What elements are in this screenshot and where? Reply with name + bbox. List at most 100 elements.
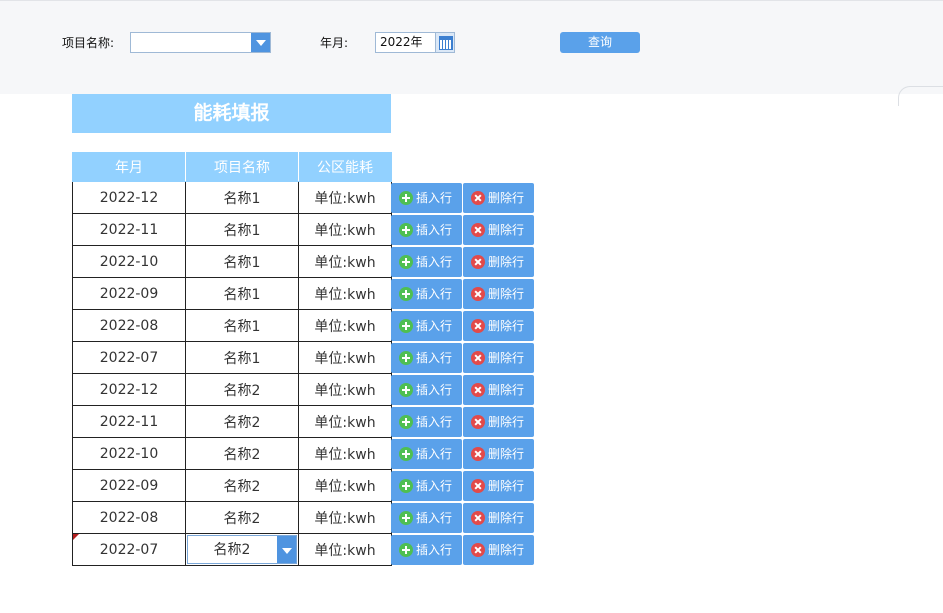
energy-placeholder: 单位:kwh	[314, 286, 376, 303]
month-cell[interactable]: 2022-12	[72, 373, 186, 406]
project-name-cell[interactable]: 名称1	[185, 309, 299, 342]
table-row: 2022-12 名称1 单位:kwh	[72, 181, 392, 214]
energy-input-cell[interactable]: 单位:kwh	[298, 469, 392, 502]
month-text: 2022-09	[99, 285, 159, 302]
energy-placeholder: 单位:kwh	[314, 190, 376, 207]
close-icon	[471, 255, 485, 269]
delete-row-button[interactable]: 删除行	[463, 407, 534, 437]
page-title: 能耗填报	[72, 94, 391, 133]
month-cell[interactable]: 2022-08	[72, 309, 186, 342]
plus-icon	[399, 223, 413, 237]
insert-row-button[interactable]: 插入行	[391, 471, 462, 501]
insert-row-button[interactable]: 插入行	[391, 535, 462, 565]
insert-row-button[interactable]: 插入行	[391, 407, 462, 437]
insert-row-button[interactable]: 插入行	[391, 375, 462, 405]
energy-input-cell[interactable]: 单位:kwh	[298, 501, 392, 534]
month-cell[interactable]: 2022-07	[72, 341, 186, 374]
insert-row-label: 插入行	[416, 319, 453, 333]
delete-row-button[interactable]: 删除行	[463, 247, 534, 277]
energy-input-cell[interactable]: 单位:kwh	[298, 405, 392, 438]
project-name-cell[interactable]: 名称2	[185, 501, 299, 534]
insert-row-label: 插入行	[416, 223, 453, 237]
project-name-dropdown[interactable]: 名称2	[187, 535, 297, 564]
insert-row-button[interactable]: 插入行	[391, 343, 462, 373]
close-icon	[471, 287, 485, 301]
month-text: 2022-07	[99, 541, 159, 558]
delete-row-button[interactable]: 删除行	[463, 503, 534, 533]
calendar-icon[interactable]	[435, 33, 454, 52]
delete-row-button[interactable]: 删除行	[463, 535, 534, 565]
energy-placeholder: 单位:kwh	[314, 382, 376, 399]
month-cell[interactable]: 2022-09	[72, 469, 186, 502]
delete-row-button[interactable]: 删除行	[463, 279, 534, 309]
project-name-text: 名称2	[223, 382, 261, 399]
energy-input-cell[interactable]: 单位:kwh	[298, 245, 392, 278]
month-cell[interactable]: 2022-12	[72, 181, 186, 214]
project-name-cell[interactable]: 名称2	[185, 437, 299, 470]
month-text: 2022-11	[99, 221, 159, 238]
energy-input-cell[interactable]: 单位:kwh	[298, 341, 392, 374]
month-cell[interactable]: 2022-10	[72, 245, 186, 278]
plus-icon	[399, 255, 413, 269]
energy-input-cell[interactable]: 单位:kwh	[298, 181, 392, 214]
delete-row-button[interactable]: 删除行	[463, 375, 534, 405]
column-header-month: 年月	[72, 152, 186, 182]
project-name-cell[interactable]: 名称2	[185, 533, 299, 566]
project-name-cell[interactable]: 名称1	[185, 341, 299, 374]
insert-row-button[interactable]: 插入行	[391, 215, 462, 245]
project-name-cell[interactable]: 名称1	[185, 181, 299, 214]
insert-row-button[interactable]: 插入行	[391, 311, 462, 341]
insert-row-button[interactable]: 插入行	[391, 279, 462, 309]
query-button[interactable]: 查询	[560, 32, 640, 53]
insert-row-label: 插入行	[416, 351, 453, 365]
month-cell[interactable]: 2022-11	[72, 405, 186, 438]
delete-row-button[interactable]: 删除行	[463, 183, 534, 213]
project-name-cell[interactable]: 名称1	[185, 277, 299, 310]
insert-row-button[interactable]: 插入行	[391, 503, 462, 533]
month-cell[interactable]: 2022-08	[72, 501, 186, 534]
delete-row-button[interactable]: 删除行	[463, 343, 534, 373]
table-row: 2022-11 名称2 单位:kwh	[72, 405, 392, 438]
close-icon	[471, 383, 485, 397]
table-row: 2022-07 名称2 单位:kwh	[72, 533, 392, 566]
energy-input-cell[interactable]: 单位:kwh	[298, 277, 392, 310]
month-cell[interactable]: 2022-09	[72, 277, 186, 310]
energy-input-cell[interactable]: 单位:kwh	[298, 309, 392, 342]
plus-icon	[399, 287, 413, 301]
chevron-down-icon[interactable]	[251, 33, 270, 52]
chevron-down-icon[interactable]	[277, 536, 296, 563]
insert-row-button[interactable]: 插入行	[391, 183, 462, 213]
insert-row-button[interactable]: 插入行	[391, 247, 462, 277]
energy-input-cell[interactable]: 单位:kwh	[298, 437, 392, 470]
close-icon	[471, 351, 485, 365]
month-cell[interactable]: 2022-11	[72, 213, 186, 246]
project-name-cell[interactable]: 名称2	[185, 405, 299, 438]
delete-row-button[interactable]: 删除行	[463, 471, 534, 501]
table-row: 2022-07 名称1 单位:kwh	[72, 341, 392, 374]
insert-row-label: 插入行	[416, 511, 453, 525]
project-name-cell[interactable]: 名称2	[185, 373, 299, 406]
close-icon	[471, 319, 485, 333]
month-cell[interactable]: 2022-10	[72, 437, 186, 470]
project-name-select[interactable]	[130, 32, 271, 53]
energy-placeholder: 单位:kwh	[314, 478, 376, 495]
month-picker[interactable]: 2022年	[375, 32, 455, 53]
project-name-text: 名称2	[223, 414, 261, 431]
delete-row-button[interactable]: 删除行	[463, 311, 534, 341]
plus-icon	[399, 543, 413, 557]
delete-row-button[interactable]: 删除行	[463, 215, 534, 245]
project-name-cell[interactable]: 名称1	[185, 213, 299, 246]
energy-input-cell[interactable]: 单位:kwh	[298, 533, 392, 566]
project-name-cell[interactable]: 名称2	[185, 469, 299, 502]
table-header-row: 年月 项目名称 公区能耗	[72, 152, 392, 182]
plus-icon	[399, 447, 413, 461]
energy-input-cell[interactable]: 单位:kwh	[298, 213, 392, 246]
month-cell[interactable]: 2022-07	[72, 533, 186, 566]
delete-row-label: 删除行	[488, 543, 525, 557]
delete-row-button[interactable]: 删除行	[463, 439, 534, 469]
insert-row-button[interactable]: 插入行	[391, 439, 462, 469]
insert-row-label: 插入行	[416, 383, 453, 397]
project-name-cell[interactable]: 名称1	[185, 245, 299, 278]
energy-input-cell[interactable]: 单位:kwh	[298, 373, 392, 406]
energy-placeholder: 单位:kwh	[314, 222, 376, 239]
